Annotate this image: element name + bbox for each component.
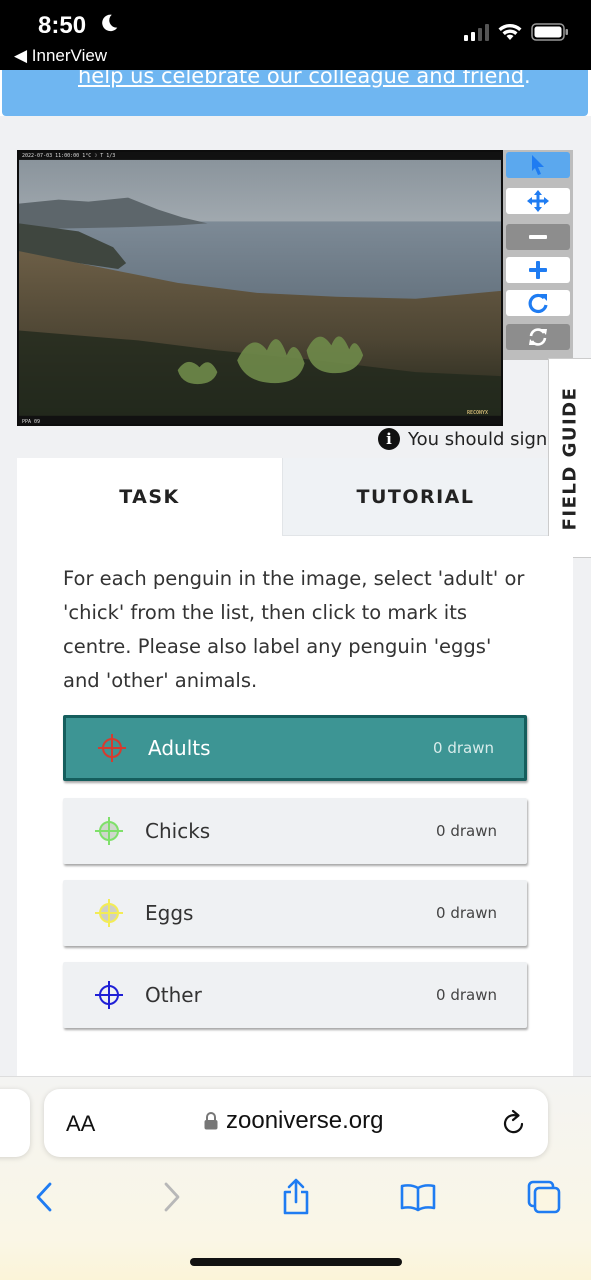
previous-tab-card[interactable] [0,1089,30,1157]
url-text: zooniverse.org [226,1107,384,1134]
share-icon [283,1178,309,1215]
back-to-app-link[interactable]: ◀ InnerView [14,46,107,66]
sign-in-notice-text: You should sign [408,428,548,450]
text-size-button[interactable]: AA [66,1111,95,1137]
crosshair-icon [95,817,123,845]
address-bar[interactable]: AA zooniverse.org [44,1089,548,1157]
rotate-icon [528,293,548,314]
camera-site-label: PPA 09 [22,419,41,425]
reset-icon [529,328,547,346]
share-button[interactable] [276,1177,316,1217]
field-guide-tab[interactable]: FIELD GUIDE [548,358,591,558]
tool-label: Adults [148,736,211,760]
task-panel: For each penguin in the image, select 'a… [17,536,573,1076]
pointer-icon [532,155,544,175]
forward-button[interactable] [152,1177,192,1217]
chevron-right-icon [164,1182,180,1212]
tool-count: 0 drawn [436,986,497,1004]
tool-count: 0 drawn [436,822,497,840]
chevron-left-icon [36,1182,52,1212]
lock-icon [204,1112,218,1130]
bookmarks-button[interactable] [398,1177,438,1217]
zoom-out-button[interactable] [506,224,570,250]
browser-toolbar [0,1173,591,1223]
sign-in-notice: i You should sign [378,428,547,450]
tab-task[interactable]: TASK [17,458,282,536]
tool-adults[interactable]: Adults 0 drawn [63,715,527,781]
field-guide-label: FIELD GUIDE [559,386,581,530]
reload-icon[interactable] [500,1109,528,1137]
tool-chicks[interactable]: Chicks 0 drawn [63,798,527,864]
pan-button[interactable] [506,188,570,214]
tool-label: Other [145,983,202,1007]
subject-image-viewer[interactable]: 2022-07-03 11:00:00 1°C ☽ T 1/3 PPA 09 R… [17,150,503,426]
tool-label: Chicks [145,819,211,843]
announcement-banner: help us celebrate our colleague and frie… [0,70,591,116]
subject-image[interactable] [19,152,501,426]
home-indicator [190,1258,402,1266]
book-icon [400,1184,436,1212]
tab-tutorial[interactable]: TUTORIAL [282,458,548,536]
camera-timestamp: 2022-07-03 11:00:00 1°C ☽ T 1/3 [22,153,116,159]
browser-chrome: AA zooniverse.org [0,1076,591,1280]
signal-icon [464,23,489,41]
announcement-suffix: . [524,70,531,88]
tool-count: 0 drawn [433,739,494,757]
camera-brand: RECONYX [467,410,489,416]
tool-other[interactable]: Other 0 drawn [63,962,527,1028]
image-toolbar [503,150,573,360]
rotate-button[interactable] [506,290,570,316]
battery-icon [531,23,568,41]
tool-eggs[interactable]: Eggs 0 drawn [63,880,527,946]
zoom-in-button[interactable] [506,257,570,283]
tool-count: 0 drawn [436,904,497,922]
task-tabs: TASK TUTORIAL [17,458,548,536]
tabs-icon [527,1180,561,1214]
zoom-out-icon [529,235,547,239]
tabs-button[interactable] [524,1177,564,1217]
status-time: 8:50 [38,12,87,39]
tool-label: Eggs [145,901,194,925]
crosshair-icon [95,981,123,1009]
task-instructions: For each penguin in the image, select 'a… [63,567,525,692]
crosshair-icon [98,734,126,762]
announcement-link[interactable]: help us celebrate our colleague and frie… [78,70,524,88]
moon-icon [102,14,118,32]
info-icon: i [378,428,400,450]
move-icon [527,190,549,212]
status-bar: 8:50 ◀ InnerView [0,0,591,70]
back-button[interactable] [24,1177,64,1217]
wifi-icon [498,24,522,40]
status-icons [464,22,569,42]
crosshair-icon [95,899,123,927]
reset-button[interactable] [506,324,570,350]
zoom-in-icon [529,261,547,279]
pointer-button[interactable] [506,152,570,178]
